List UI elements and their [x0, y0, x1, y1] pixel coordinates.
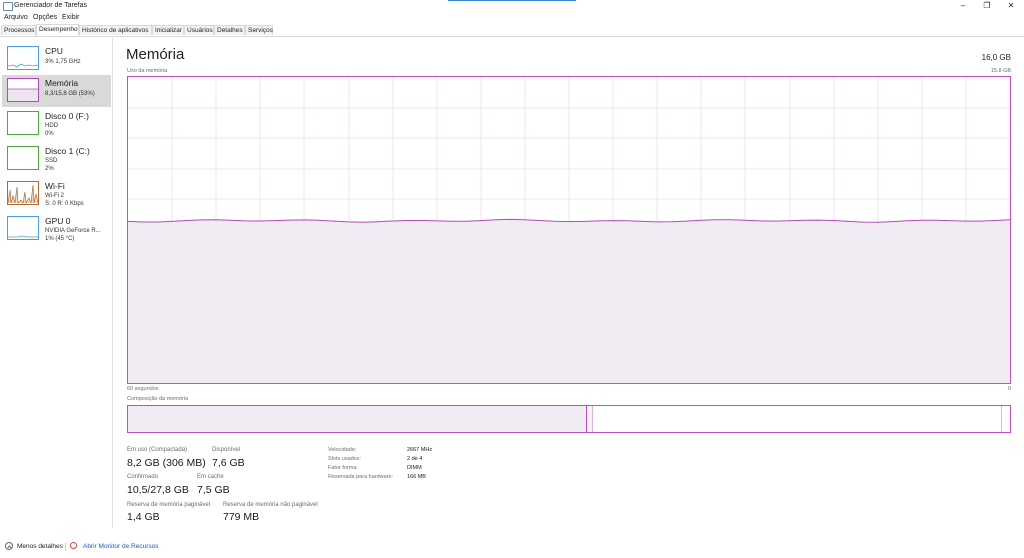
tab-detalhes[interactable]: Detalhes [214, 25, 245, 35]
form-factor-value: DIMM [407, 465, 422, 471]
menu-arquivo[interactable]: Arquivo [4, 14, 28, 21]
nonpaged-pool-value: 779 MB [223, 511, 260, 523]
form-factor-label: Fator forma: [328, 465, 358, 471]
tab-desempenho[interactable]: Desempenho [36, 24, 79, 36]
nonpaged-pool-label: Reserva de memória não paginável [223, 502, 318, 508]
tab-servicos[interactable]: Serviços [245, 25, 273, 35]
close-icon: ✕ [1007, 1, 1015, 10]
hardware-reserved-value: 166 MB [407, 474, 426, 480]
slots-value: 2 de 4 [407, 456, 423, 462]
tab-usuarios[interactable]: Usuários [184, 25, 214, 35]
sidebar-item-cpu[interactable]: CPU 3% 1,75 GHz [2, 43, 111, 75]
sidebar-item-detail: S: 0 R: 0 Kbps [45, 201, 84, 207]
wifi-thumbnail-graph [7, 181, 39, 205]
sidebar-item-title: Memória [45, 78, 79, 88]
tab-bar: Processos Desempenho Histórico de aplica… [0, 24, 1024, 37]
cpu-thumbnail-graph [7, 46, 39, 70]
available-value: 7,6 GB [212, 457, 245, 469]
minimize-icon: – [960, 1, 966, 10]
sidebar-item-detail: 1% (45 °C) [45, 236, 75, 242]
composition-modified [587, 406, 593, 432]
sidebar-item-detail: NVIDIA GeForce R... [45, 228, 101, 234]
title-bar: Gerenciador de Tarefas – ❐ ✕ [0, 0, 1024, 12]
sidebar-item-detail: 3% 1,75 GHz [45, 59, 81, 65]
sidebar-item-detail: HDD [45, 123, 58, 129]
sidebar-item-title: Disco 0 (F:) [45, 111, 89, 121]
tab-inicializar[interactable]: Inicializar [152, 25, 184, 35]
tab-processos[interactable]: Processos [1, 25, 36, 35]
footer: Menos detalhes Abrir Monitor de Recursos [0, 540, 1024, 554]
speed-value: 2667 MHz [407, 447, 433, 453]
sidebar-item-disco-1[interactable]: Disco 1 (C:) SSD 2% [2, 143, 111, 175]
composition-in-use [128, 406, 587, 432]
sidebar-item-wifi[interactable]: Wi-Fi Wi-Fi 2 S: 0 R: 0 Kbps [2, 178, 111, 210]
total-memory: 16,0 GB [981, 53, 1011, 62]
available-label: Disponível [212, 447, 241, 453]
sidebar-item-detail: 0% [45, 131, 54, 137]
committed-value: 10,5/27,8 GB [127, 484, 189, 496]
less-details-link[interactable]: Menos detalhes [17, 543, 63, 550]
close-button[interactable]: ✕ [996, 0, 1024, 12]
disk0-thumbnail-graph [7, 111, 39, 135]
sidebar-item-title: Wi-Fi [45, 181, 65, 191]
performance-sidebar: CPU 3% 1,75 GHz Memória 8,3/15,8 GB (53%… [0, 38, 113, 528]
resource-monitor-icon[interactable] [70, 542, 77, 549]
title-accent-line [448, 0, 576, 1]
page-title: Memória [126, 46, 185, 63]
hardware-reserved-label: Reservada para hardware: [328, 474, 394, 480]
sidebar-item-detail: 2% [45, 166, 54, 172]
memory-thumbnail-graph [7, 78, 39, 102]
footer-divider [65, 543, 66, 551]
chevron-up-icon[interactable] [5, 542, 13, 550]
memory-usage-plot [128, 77, 1010, 383]
usage-graph-label: Uso da memória [127, 68, 168, 74]
sidebar-item-detail: SSD [45, 158, 58, 164]
window-title: Gerenciador de Tarefas [14, 2, 88, 9]
maximize-icon: ❐ [983, 1, 991, 10]
menu-opcoes[interactable]: Opções [33, 14, 57, 21]
committed-label: Confirmado [127, 474, 159, 480]
memory-composition-bar [127, 405, 1011, 433]
slots-label: Slots usados: [328, 456, 362, 462]
task-manager-icon [3, 2, 13, 11]
sidebar-item-title: CPU [45, 46, 63, 56]
resource-monitor-link[interactable]: Abrir Monitor de Recursos [83, 543, 159, 550]
tab-historico[interactable]: Histórico de aplicativos [79, 25, 152, 35]
in-use-value: 8,2 GB (306 MB) [127, 457, 206, 469]
cached-value: 7,5 GB [197, 484, 230, 496]
composition-label: Composição da memória [127, 396, 189, 402]
sidebar-item-memoria[interactable]: Memória 8,3/15,8 GB (53%) [2, 75, 111, 107]
memory-usage-area [128, 219, 1010, 383]
sidebar-item-disco-0[interactable]: Disco 0 (F:) HDD 0% [2, 108, 111, 140]
time-axis-label: 60 segundos [127, 386, 159, 392]
usage-graph-max: 15,8 GB [990, 68, 1011, 74]
speed-label: Velocidade: [328, 447, 357, 453]
cached-label: Em cache [197, 474, 224, 480]
sidebar-item-title: Disco 1 (C:) [45, 146, 90, 156]
sidebar-item-title: GPU 0 [45, 216, 71, 226]
disk1-thumbnail-graph [7, 146, 39, 170]
memory-usage-graph [127, 76, 1011, 384]
time-axis-end: 0 [1007, 386, 1011, 392]
gpu-thumbnail-graph [7, 216, 39, 240]
sidebar-item-detail: 8,3/15,8 GB (53%) [45, 91, 95, 97]
paged-pool-label: Reserva de memória paginável [127, 502, 211, 508]
sidebar-item-detail: Wi-Fi 2 [45, 193, 64, 199]
menu-exibir[interactable]: Exibir [62, 14, 80, 21]
paged-pool-value: 1,4 GB [127, 511, 160, 523]
in-use-label: Em uso (Compactada) [127, 447, 188, 453]
sidebar-item-gpu[interactable]: GPU 0 NVIDIA GeForce R... 1% (45 °C) [2, 213, 111, 245]
composition-free-end [1001, 406, 1002, 432]
